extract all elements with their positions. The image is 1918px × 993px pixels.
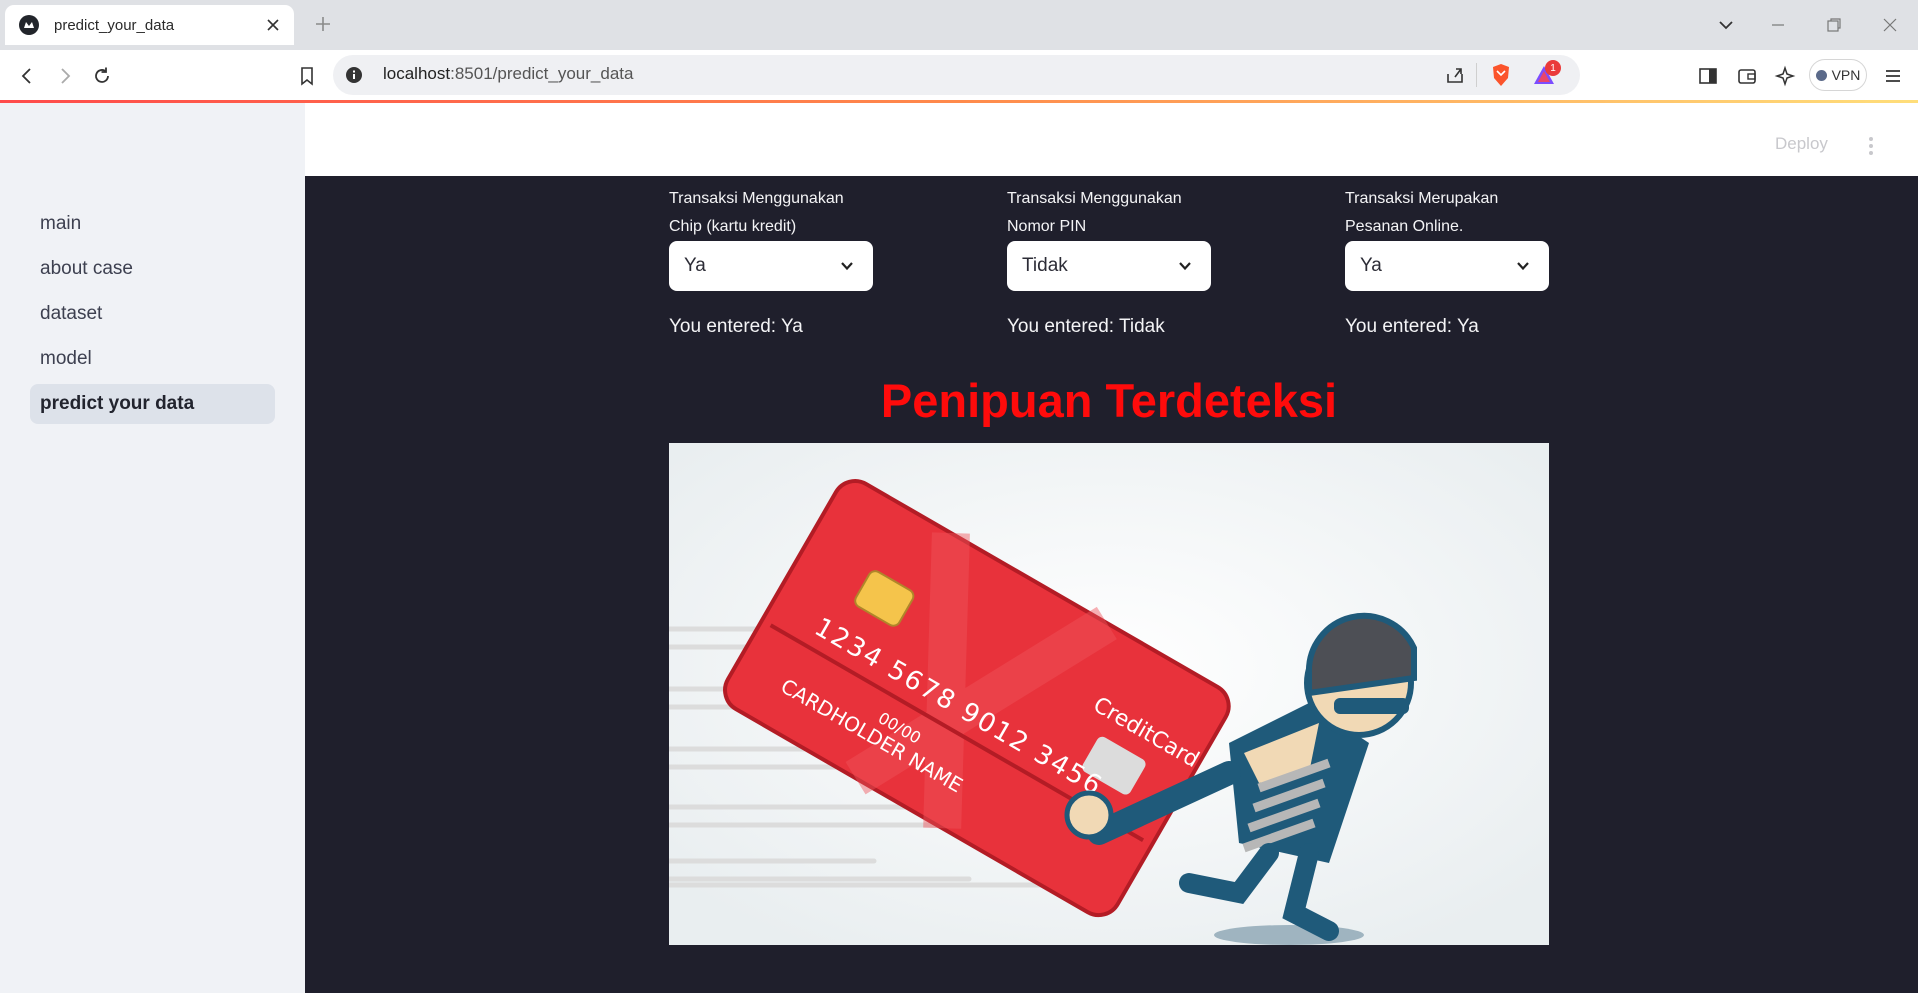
site-info-icon[interactable] <box>345 66 363 84</box>
fraud-illustration: CreditCard 1234 5678 9012 3456 00/00 CAR… <box>669 443 1549 945</box>
restore-icon[interactable] <box>1824 15 1844 35</box>
pin-select-value: Tidak <box>1022 255 1068 276</box>
app-header <box>305 103 1918 176</box>
vpn-label: VPN <box>1831 67 1861 83</box>
sidebar-item-label: predict your data <box>40 393 195 414</box>
deploy-button[interactable]: Deploy <box>1775 134 1828 154</box>
more-options-icon[interactable] <box>1866 135 1876 157</box>
online-order-field-label: Transaksi Merupakan Pesanan Online. <box>1345 185 1545 241</box>
pin-field-label: Transaksi Menggunakan Nomor PIN <box>1007 185 1207 241</box>
label-line: Pesanan Online. <box>1345 218 1464 235</box>
label-line: Transaksi Menggunakan <box>1007 190 1182 207</box>
chip-select[interactable]: Ya <box>669 241 873 291</box>
close-tab-icon[interactable] <box>264 16 282 34</box>
label-line: Nomor PIN <box>1007 218 1087 235</box>
bookmark-icon[interactable] <box>296 65 318 87</box>
online-order-select[interactable]: Ya <box>1345 241 1549 291</box>
online-order-entered-text: You entered: Ya <box>1345 316 1479 337</box>
sidebar-item-model[interactable]: model <box>30 339 275 379</box>
thief-carrying-credit-card-image: CreditCard 1234 5678 9012 3456 00/00 CAR… <box>669 443 1549 945</box>
sidebar-item-label: about case <box>40 258 133 279</box>
menu-icon[interactable] <box>1882 65 1904 87</box>
browser-tabstrip: predict_your_data <box>0 0 1918 50</box>
brave-shields-icon[interactable] <box>1490 63 1512 87</box>
share-icon[interactable] <box>1444 64 1466 86</box>
sidebar-item-main[interactable]: main <box>30 204 275 244</box>
sidebar-item-label: main <box>40 213 82 234</box>
back-icon[interactable] <box>16 65 38 87</box>
chip-select-value: Ya <box>684 255 706 276</box>
rewards-badge: 1 <box>1545 60 1561 76</box>
label-line: Chip (kartu kredit) <box>669 218 797 235</box>
minimize-icon[interactable] <box>1768 15 1788 35</box>
urlbar-divider <box>1476 63 1477 87</box>
new-tab-icon[interactable] <box>313 14 333 34</box>
tab-title: predict_your_data <box>54 16 175 34</box>
sidebar-item-label: dataset <box>40 303 103 324</box>
online-order-select-value: Ya <box>1360 255 1382 276</box>
forward-icon[interactable] <box>54 65 76 87</box>
sidebar-item-dataset[interactable]: dataset <box>30 294 275 334</box>
streamlit-favicon-icon <box>19 15 39 35</box>
reload-icon[interactable] <box>91 65 113 87</box>
chip-entered-text: You entered: Ya <box>669 316 803 337</box>
sidebar-item-predict-your-data[interactable]: predict your data <box>30 384 275 424</box>
label-line: Transaksi Merupakan <box>1345 190 1499 207</box>
tab-list-chevron-icon[interactable] <box>1716 15 1736 35</box>
sidebar-item-label: model <box>40 348 92 369</box>
result-title: Penipuan Terdeteksi <box>880 374 1338 427</box>
sidebar-item-about-case[interactable]: about case <box>30 249 275 289</box>
chevron-down-icon <box>841 262 853 271</box>
url-host: localhost <box>383 64 451 83</box>
vpn-status-icon <box>1815 69 1827 81</box>
label-line: Transaksi Menggunakan <box>669 190 844 207</box>
vpn-button[interactable]: VPN <box>1809 59 1867 91</box>
wallet-icon[interactable] <box>1736 65 1758 87</box>
url-text[interactable]: localhost:8501/predict_your_data <box>383 64 633 84</box>
chevron-down-icon <box>1517 262 1529 271</box>
sidebar-toggle-icon[interactable] <box>1697 65 1719 87</box>
pin-select[interactable]: Tidak <box>1007 241 1211 291</box>
browser-tab[interactable]: predict_your_data <box>5 5 294 45</box>
leo-ai-icon[interactable] <box>1774 65 1796 87</box>
url-path: :8501/predict_your_data <box>450 64 634 83</box>
pin-entered-text: You entered: Tidak <box>1007 316 1165 337</box>
close-window-icon[interactable] <box>1880 15 1900 35</box>
chip-field-label: Transaksi Menggunakan Chip (kartu kredit… <box>669 185 869 241</box>
chevron-down-icon <box>1179 262 1191 271</box>
